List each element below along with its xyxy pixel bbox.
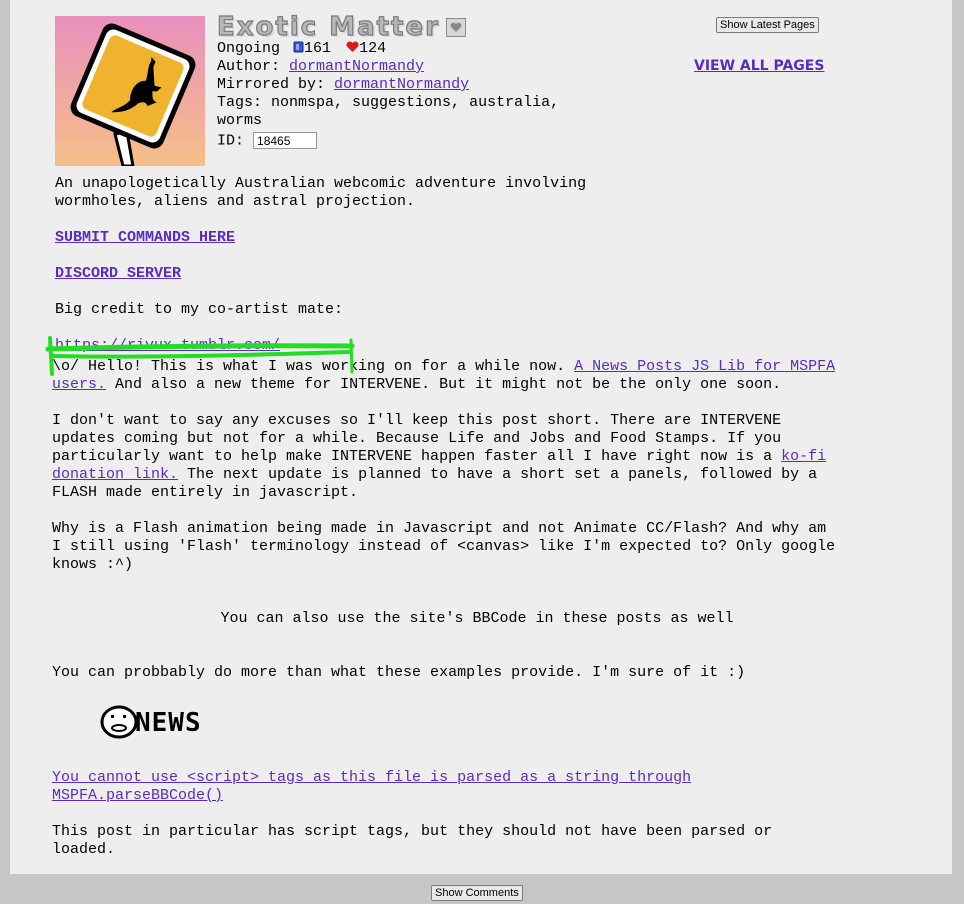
title-row: Exotic Matter xyxy=(216,11,466,43)
news-text: knows :^) xyxy=(52,556,134,573)
news-text: I still using 'Flash' terminology instea… xyxy=(52,538,836,555)
id-label: ID: xyxy=(217,132,245,150)
description-text: wormholes, aliens and astral projection. xyxy=(55,193,416,210)
story-meta: Ongoing 161 124 Author: dormantNormandy … xyxy=(217,40,597,150)
tags-line: Tags: nonmspa, suggestions, australia, xyxy=(217,94,597,112)
news-paragraph-3: Why is a Flash animation being made in J… xyxy=(52,520,912,574)
mirrored-by-link[interactable]: dormantNormandy xyxy=(334,76,469,93)
submit-row: SUBMIT COMMANDS HERE xyxy=(55,229,915,247)
news-text: Why is a Flash animation being made in J… xyxy=(52,520,827,537)
story-description: An unapologetically Australian webcomic … xyxy=(55,175,915,211)
ko-fi-link[interactable]: ko-fi xyxy=(781,448,826,465)
story-title: Exotic Matter xyxy=(216,11,440,42)
news-lib-link-cont[interactable]: users. xyxy=(52,376,106,393)
favorites-count: 124 xyxy=(359,40,387,57)
pages-count: 161 xyxy=(304,40,332,57)
credit-text: Big credit to my co-artist mate: xyxy=(55,301,344,318)
show-comments-button[interactable]: Show Comments xyxy=(431,885,523,901)
mirrored-label: Mirrored by: xyxy=(217,76,326,93)
news-text: updates coming but not for a while. Beca… xyxy=(52,430,782,447)
favorite-button[interactable] xyxy=(445,17,466,37)
submit-commands-link[interactable]: SUBMIT COMMANDS HERE xyxy=(55,229,235,246)
mirrored-line: Mirrored by: dormantNormandy xyxy=(217,76,597,94)
news-paragraph-2: I don't want to say any excuses so I'll … xyxy=(52,412,912,502)
view-all-pages-link[interactable]: VIEW ALL PAGES xyxy=(694,58,824,74)
id-line: ID: xyxy=(217,132,597,150)
news-lib-link[interactable]: A News Posts JS Lib for MSPFA xyxy=(574,358,835,375)
news-text: And also a new theme for INTERVENE. But … xyxy=(115,376,782,393)
parse-bbcode-link-cont[interactable]: MSPFA.parseBBCode() xyxy=(52,787,223,804)
show-latest-pages-button[interactable]: Show Latest Pages xyxy=(716,17,819,33)
author-link[interactable]: dormantNormandy xyxy=(289,58,424,75)
author-label: Author: xyxy=(217,58,281,75)
tags-text: nonmspa, suggestions, australia, xyxy=(271,94,560,111)
status-text: Ongoing xyxy=(217,40,281,57)
discord-row: DISCORD SERVER xyxy=(55,265,915,283)
co-artist-link[interactable]: https://rivux.tumblr.com/ xyxy=(55,337,280,354)
news-logo-text: NEWS xyxy=(135,708,202,738)
tags-text-cont: worms xyxy=(217,112,263,129)
centered-text: You can also use the site's BBCode in th… xyxy=(220,610,734,627)
author-line: Author: dormantNormandy xyxy=(217,58,597,76)
parse-info: You cannot use <script> tags as this fil… xyxy=(52,769,912,805)
news-text: particularly want to help make INTERVENE… xyxy=(52,448,773,465)
news-paragraph-4: You can probbably do more than what thes… xyxy=(52,664,746,681)
pages-icon xyxy=(293,41,304,53)
status-line: Ongoing 161 124 xyxy=(217,40,597,58)
news-text: The next update is planned to have a sho… xyxy=(187,466,818,483)
description-text: An unapologetically Australian webcomic … xyxy=(55,175,587,192)
heart-icon xyxy=(346,41,359,52)
news-text: FLASH made entirely in javascript. xyxy=(52,484,359,501)
heart-icon xyxy=(450,22,462,32)
news-text: \o/ Hello! This is what I was working on… xyxy=(52,358,566,375)
news-text: This post in particular has script tags,… xyxy=(52,823,773,840)
news-text: loaded. xyxy=(52,841,116,858)
ko-fi-link-cont[interactable]: donation link. xyxy=(52,466,178,483)
discord-server-link[interactable]: DISCORD SERVER xyxy=(55,265,181,282)
story-id-field[interactable] xyxy=(253,132,318,149)
news-text: I don't want to say any excuses so I'll … xyxy=(52,412,782,429)
news-paragraph-1: \o/ Hello! This is what I was working on… xyxy=(52,358,912,394)
story-thumbnail xyxy=(55,16,205,166)
credit-row: https://rivux.tumblr.com/ xyxy=(55,337,915,355)
tags-label: Tags: xyxy=(217,94,263,111)
news-paragraph-5: This post in particular has script tags,… xyxy=(52,823,912,859)
news-face-icon xyxy=(100,705,138,739)
parse-bbcode-link[interactable]: You cannot use <script> tags as this fil… xyxy=(52,769,691,786)
